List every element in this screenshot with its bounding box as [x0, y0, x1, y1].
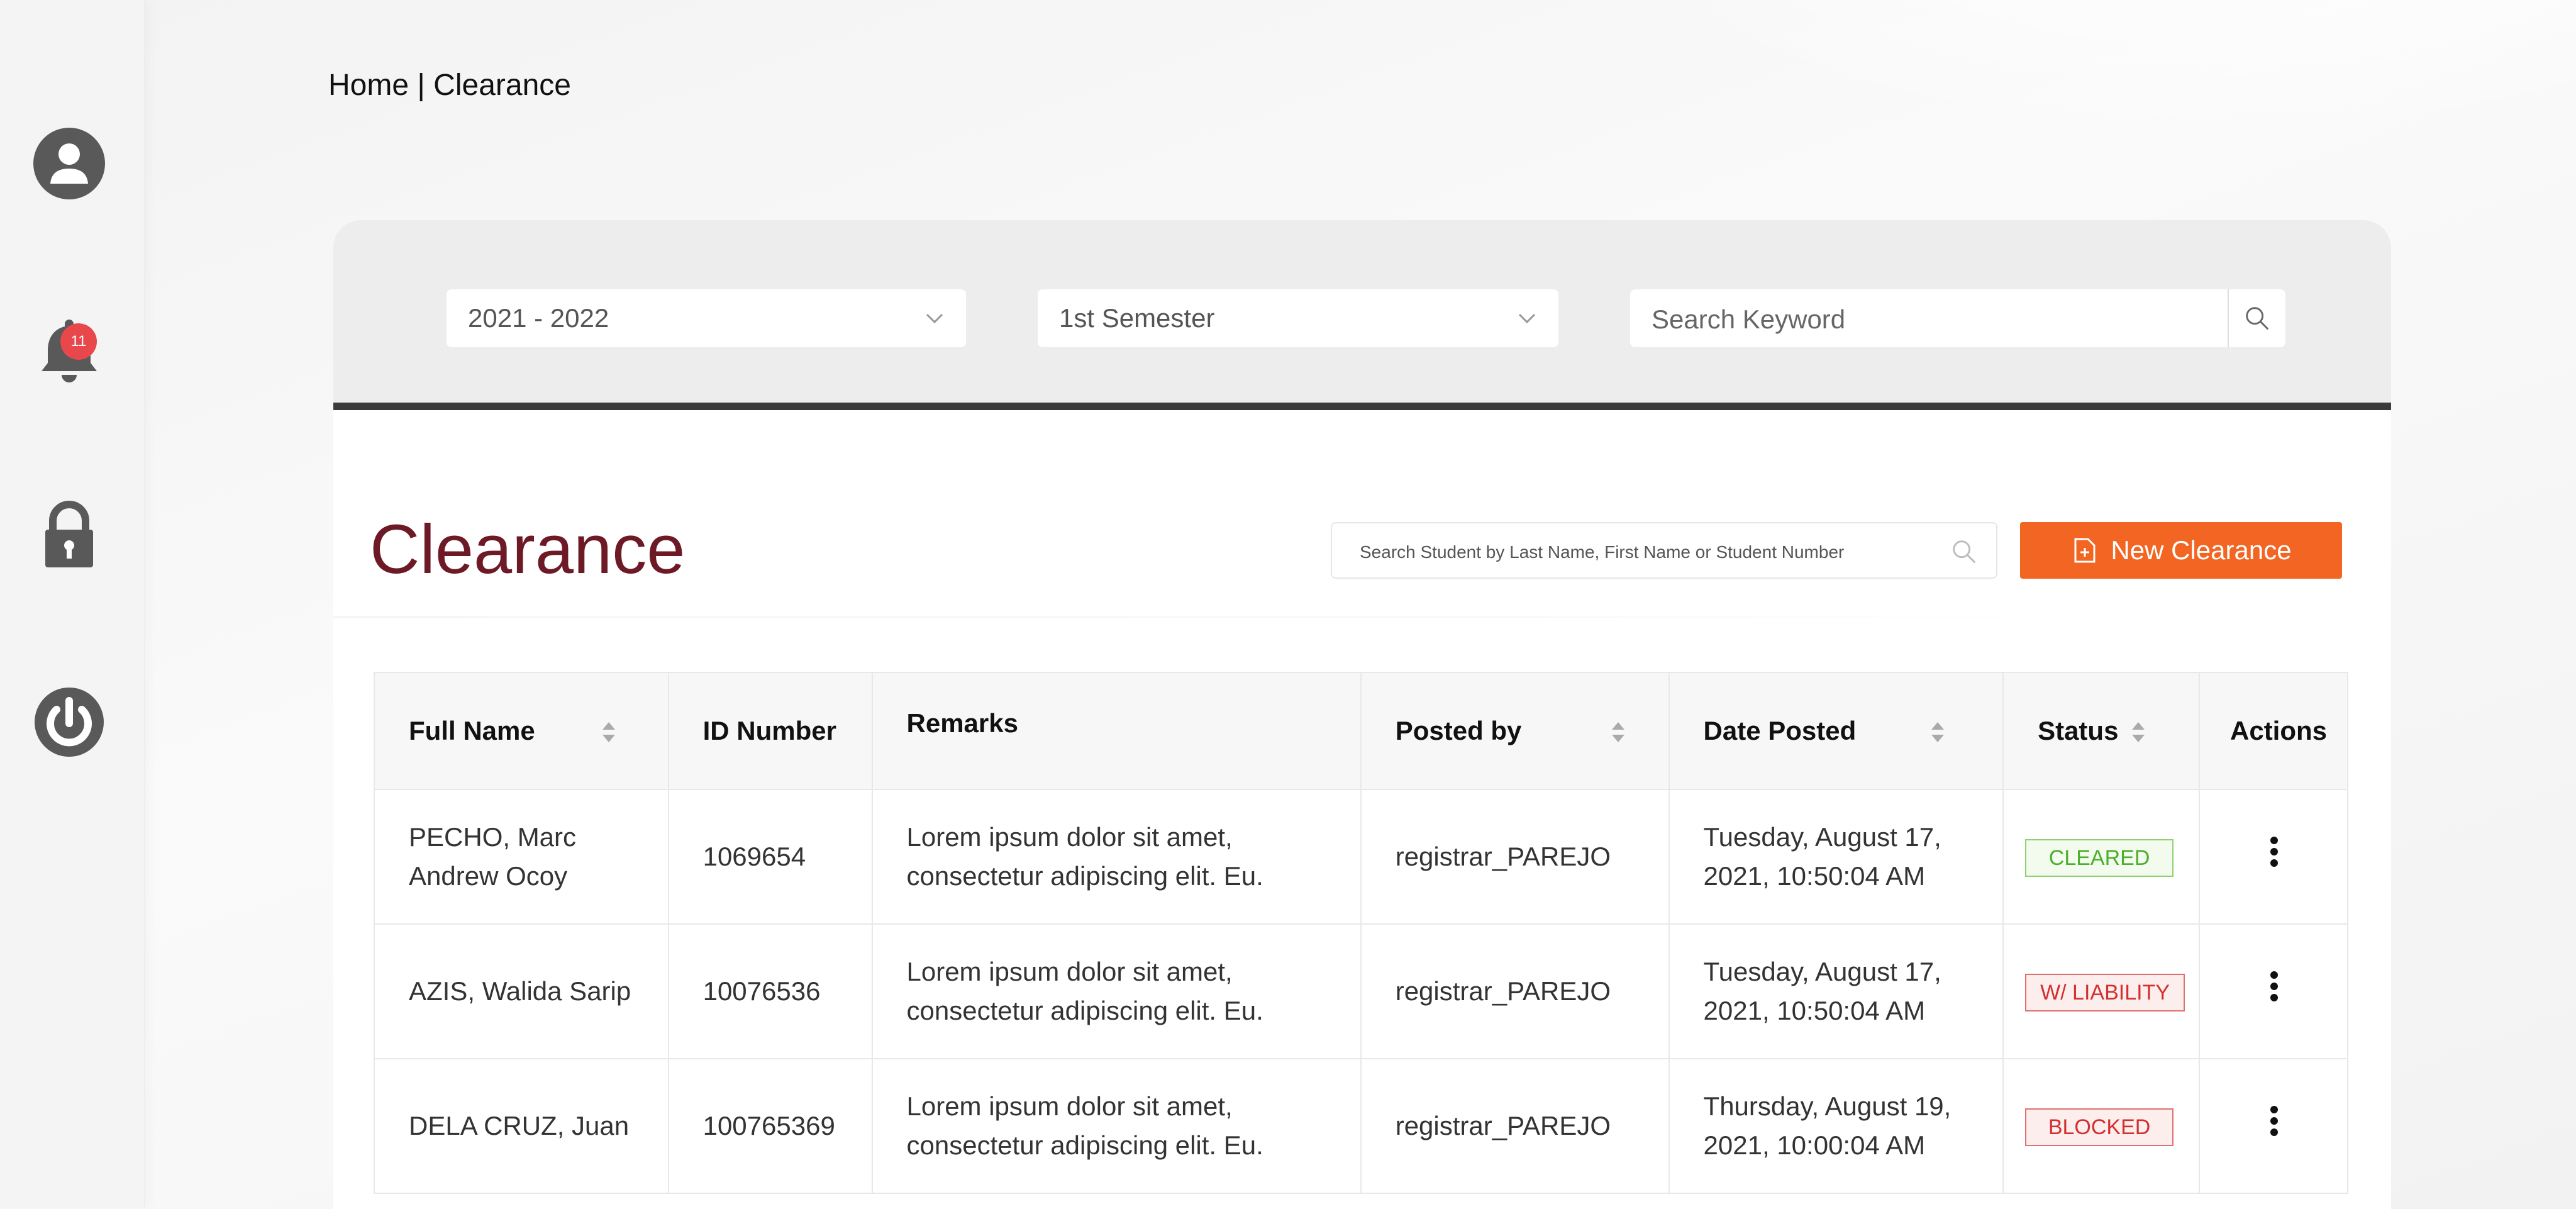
remarks-line: consectetur adipiscing elit. Eu. [906, 996, 1263, 1025]
column-header-id-number: ID Number [667, 672, 873, 790]
actions-cell [2199, 789, 2348, 925]
table-row[interactable]: AZIS, Walida Sarip 10076536 Lorem ipsum … [374, 923, 2348, 1059]
date-posted-cell: Tuesday, August 17, 2021, 10:50:04 AM [1668, 923, 2004, 1059]
id-number-cell: 100765369 [667, 1058, 873, 1194]
column-header-posted-by[interactable]: Posted by [1360, 672, 1670, 790]
full-name-cell: PECHO, Marc Andrew Ocoy [374, 789, 669, 925]
remarks-cell: Lorem ipsum dolor sit amet, consectetur a… [871, 789, 1362, 925]
remarks-cell: Lorem ipsum dolor sit amet, consectetur a… [871, 1058, 1362, 1194]
date-line: Tuesday, August 17, [1703, 822, 1941, 852]
full-name-line: Andrew Ocoy [409, 861, 568, 891]
date-line: 2021, 10:00:04 AM [1703, 1130, 1926, 1160]
status-badge: BLOCKED [2025, 1108, 2174, 1146]
column-header-remarks: Remarks [871, 672, 1362, 790]
posted-by-cell: registrar_PAREJO [1360, 923, 1670, 1059]
sort-icon[interactable] [1930, 718, 1945, 746]
more-vertical-icon[interactable] [2269, 1105, 2279, 1137]
remarks-line: consectetur adipiscing elit. Eu. [906, 1130, 1263, 1160]
keyword-search-input[interactable]: Search Keyword [1630, 289, 2285, 347]
remarks-line: Lorem ipsum dolor sit amet, [906, 957, 1233, 986]
sort-icon[interactable] [601, 718, 616, 746]
clearance-card: Clearance Search Student by Last Name, F… [333, 410, 2391, 1209]
id-number-cell: 10076536 [667, 923, 873, 1059]
keyword-search-button[interactable] [2228, 289, 2285, 347]
full-name-line: AZIS, Walida Sarip [409, 976, 631, 1006]
date-posted-cell: Tuesday, August 17, 2021, 10:50:04 AM [1668, 789, 2004, 925]
chevron-down-icon [1518, 313, 1536, 324]
sort-icon[interactable] [1611, 718, 1626, 746]
page-title: Clearance [370, 511, 686, 588]
posted-by-cell: registrar_PAREJO [1360, 1058, 1670, 1194]
full-name-header-label: Full Name [409, 716, 535, 745]
status-cell: CLEARED [2002, 789, 2200, 925]
column-header-date-posted[interactable]: Date Posted [1668, 672, 2004, 790]
full-name-line: DELA CRUZ, Juan [409, 1111, 630, 1140]
student-search-placeholder: Search Student by Last Name, First Name … [1360, 542, 1845, 562]
new-clearance-label: New Clearance [2111, 535, 2292, 565]
date-posted-cell: Thursday, August 19, 2021, 10:00:04 AM [1668, 1058, 2004, 1194]
column-header-actions: Actions [2199, 672, 2348, 790]
school-year-value: 2021 - 2022 [468, 303, 609, 333]
remarks-line: Lorem ipsum dolor sit amet, [906, 822, 1233, 852]
posted-by-header-label: Posted by [1395, 716, 1522, 745]
date-line: 2021, 10:50:04 AM [1703, 996, 1926, 1025]
status-cell: BLOCKED [2002, 1058, 2200, 1194]
chevron-down-icon [926, 313, 943, 324]
clearance-table: Full Name ID Number Remarks Posted by Da… [374, 672, 2348, 1194]
status-badge: CLEARED [2025, 839, 2174, 877]
grid-icon[interactable] [31, 0, 107, 19]
full-name-cell: DELA CRUZ, Juan [374, 1058, 669, 1194]
search-icon [2246, 307, 2269, 330]
id-number-header-label: ID Number [702, 716, 836, 745]
full-name-line: PECHO, Marc [409, 822, 577, 852]
search-icon [1953, 540, 1976, 564]
sort-icon[interactable] [2131, 718, 2146, 746]
status-header-label: Status [2038, 716, 2119, 745]
actions-cell [2199, 923, 2348, 1059]
divider [333, 616, 2031, 618]
date-line: Tuesday, August 17, [1703, 957, 1941, 986]
table-row[interactable]: PECHO, Marc Andrew Ocoy 1069654 Lorem ips… [374, 789, 2348, 925]
date-line: 2021, 10:50:04 AM [1703, 861, 1926, 891]
remarks-cell: Lorem ipsum dolor sit amet, consectetur a… [871, 923, 1362, 1059]
lock-icon[interactable] [31, 497, 107, 572]
semester-value: 1st Semester [1059, 303, 1215, 333]
student-search-input[interactable]: Search Student by Last Name, First Name … [1331, 522, 1997, 579]
actions-cell [2199, 1058, 2348, 1194]
power-icon[interactable] [31, 684, 107, 760]
posted-by-cell: registrar_PAREJO [1360, 789, 1670, 925]
actions-header-label: Actions [2230, 716, 2328, 745]
status-cell: W/ LIABILITY [2002, 923, 2200, 1059]
school-year-select[interactable]: 2021 - 2022 [447, 289, 966, 347]
notification-badge: 11 [60, 323, 97, 360]
semester-select[interactable]: 1st Semester [1038, 289, 1558, 347]
new-clearance-button[interactable]: New Clearance [2020, 522, 2342, 579]
sidebar: 11 [0, 0, 145, 1209]
filter-panel: 2021 - 2022 1st Semester Search Keyword [333, 220, 2391, 410]
keyword-placeholder: Search Keyword [1652, 304, 1846, 334]
column-header-full-name[interactable]: Full Name [374, 672, 669, 790]
more-vertical-icon[interactable] [2269, 835, 2279, 868]
status-badge: W/ LIABILITY [2025, 974, 2185, 1011]
user-icon[interactable] [31, 126, 107, 201]
column-header-status[interactable]: Status [2002, 672, 2200, 790]
breadcrumb[interactable]: Home | Clearance [328, 68, 571, 103]
date-line: Thursday, August 19, [1703, 1091, 1951, 1121]
id-number-cell: 1069654 [667, 789, 873, 925]
add-file-icon [2074, 538, 2096, 563]
more-vertical-icon[interactable] [2269, 970, 2279, 1003]
table-header-row: Full Name ID Number Remarks Posted by Da… [374, 672, 2348, 790]
remarks-header-label: Remarks [906, 708, 1018, 738]
remarks-line: consectetur adipiscing elit. Eu. [906, 861, 1263, 891]
remarks-line: Lorem ipsum dolor sit amet, [906, 1091, 1233, 1121]
table-row[interactable]: DELA CRUZ, Juan 100765369 Lorem ipsum do… [374, 1058, 2348, 1194]
full-name-cell: AZIS, Walida Sarip [374, 923, 669, 1059]
date-posted-header-label: Date Posted [1703, 716, 1857, 745]
